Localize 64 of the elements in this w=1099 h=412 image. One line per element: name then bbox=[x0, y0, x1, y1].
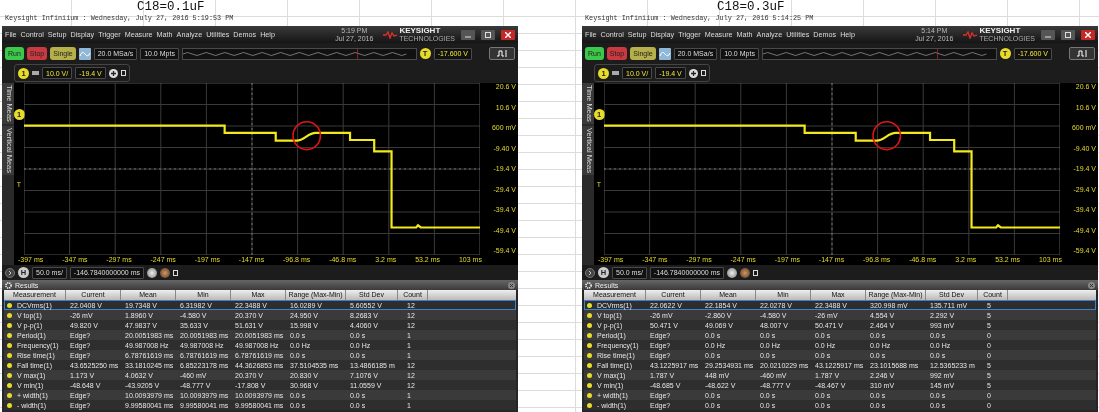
waveform-icon[interactable] bbox=[658, 47, 671, 60]
brand-name: KEYSIGHT bbox=[399, 26, 442, 35]
window-icon[interactable] bbox=[700, 70, 706, 76]
pulse-icon bbox=[496, 49, 508, 58]
close-icon[interactable] bbox=[508, 281, 515, 289]
probe-icon bbox=[612, 71, 619, 75]
minimize-button[interactable] bbox=[1041, 29, 1055, 40]
channel-dot-icon bbox=[587, 362, 592, 368]
channel-dot-icon bbox=[7, 342, 12, 348]
channel-dot-icon bbox=[587, 392, 592, 398]
channel-dot-icon bbox=[7, 312, 12, 318]
channel-dot-icon bbox=[587, 352, 592, 358]
marker-icon[interactable] bbox=[160, 267, 171, 278]
waveform-icon[interactable] bbox=[78, 47, 91, 60]
channel-dot-icon bbox=[7, 302, 12, 308]
zoom-icon[interactable] bbox=[147, 267, 158, 278]
pulse-icon bbox=[1076, 49, 1088, 58]
caption-text: C18=0.3uF bbox=[716, 0, 786, 14]
channel-dot-icon bbox=[587, 322, 592, 328]
window-icon[interactable] bbox=[753, 269, 759, 276]
zoom-icon[interactable] bbox=[727, 267, 738, 278]
settings-icon[interactable] bbox=[585, 281, 592, 289]
overview-waveform-drawing[interactable] bbox=[761, 47, 997, 60]
window-icon[interactable] bbox=[173, 269, 179, 276]
channel-dot-icon bbox=[587, 302, 592, 308]
mode-button[interactable] bbox=[1069, 47, 1095, 60]
channel-dot-icon bbox=[587, 372, 592, 378]
window-icon[interactable] bbox=[120, 70, 126, 76]
channel-dot-icon bbox=[587, 342, 592, 348]
channel-dot-icon bbox=[7, 402, 12, 408]
marker-icon[interactable] bbox=[740, 267, 751, 278]
probe-icon bbox=[32, 71, 39, 75]
add-icon[interactable] bbox=[108, 68, 118, 78]
channel-dot-icon bbox=[587, 382, 592, 388]
expand-icon[interactable] bbox=[5, 267, 15, 278]
channel-dot-icon bbox=[7, 352, 12, 358]
logo-wave-icon bbox=[963, 30, 978, 39]
channel-dot-icon bbox=[7, 332, 12, 338]
close-icon[interactable] bbox=[1088, 281, 1095, 289]
expand-icon[interactable] bbox=[585, 267, 595, 278]
close-icon bbox=[1085, 31, 1091, 38]
add-icon[interactable] bbox=[688, 68, 698, 78]
caption-text: C18=0.1uF bbox=[136, 0, 206, 14]
channel-dot-icon bbox=[7, 372, 12, 378]
channel-dot-icon bbox=[587, 332, 592, 338]
channel-dot-icon bbox=[587, 312, 592, 318]
maximize-button[interactable] bbox=[1061, 29, 1075, 40]
close-icon bbox=[505, 31, 511, 38]
maximize-icon bbox=[1065, 31, 1071, 38]
channel-dot-icon bbox=[587, 402, 592, 408]
maximize-icon bbox=[485, 31, 491, 38]
channel-dot-icon bbox=[7, 322, 12, 328]
close-button[interactable] bbox=[1081, 29, 1095, 40]
channel-dot-icon bbox=[7, 392, 12, 398]
minimize-button[interactable] bbox=[461, 29, 475, 40]
brand-name: KEYSIGHT bbox=[979, 26, 1022, 35]
mode-button[interactable] bbox=[489, 47, 515, 60]
logo-wave-icon bbox=[383, 30, 398, 39]
settings-icon[interactable] bbox=[5, 281, 12, 289]
channel-dot-icon bbox=[7, 362, 12, 368]
close-button[interactable] bbox=[501, 29, 515, 40]
overview-waveform-drawing[interactable] bbox=[181, 47, 417, 60]
channel-dot-icon bbox=[7, 382, 12, 388]
maximize-button[interactable] bbox=[481, 29, 495, 40]
